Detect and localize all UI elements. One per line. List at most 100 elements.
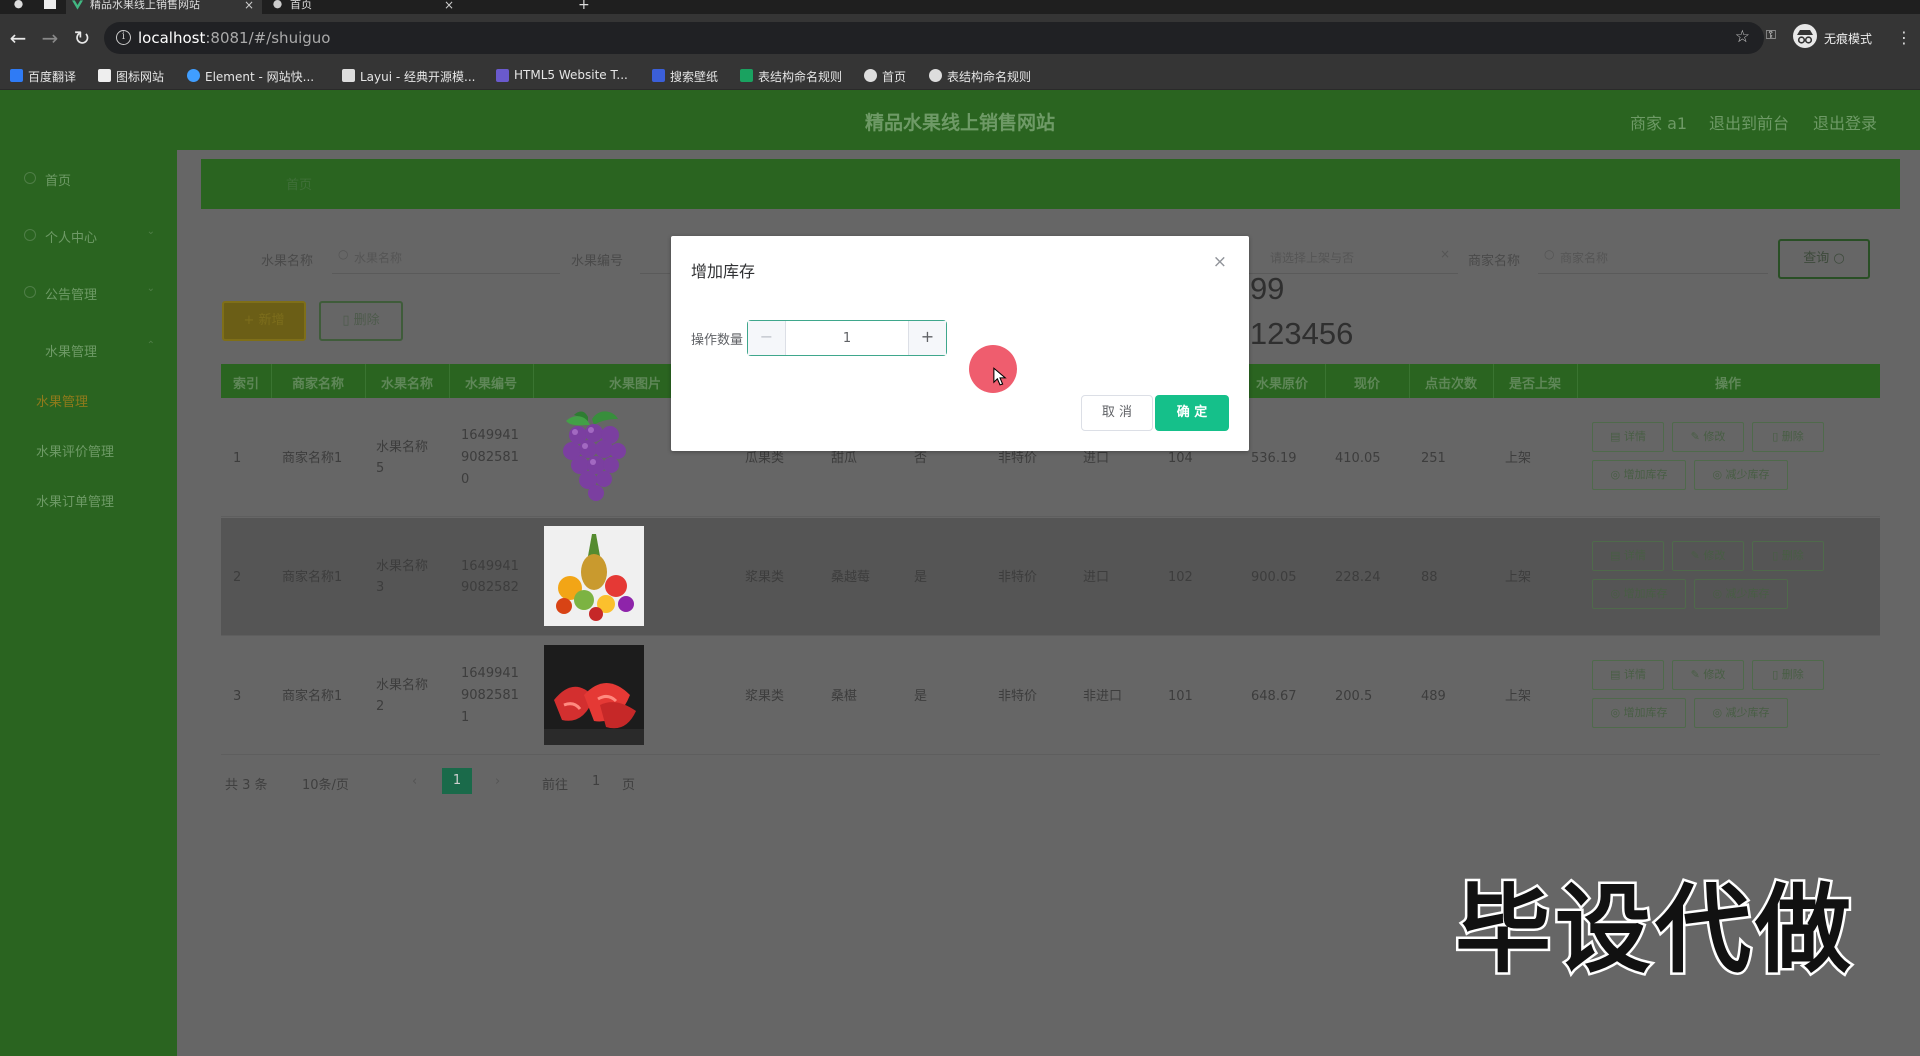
forward-icon[interactable]: → — [38, 28, 62, 48]
goto-page-input[interactable]: 1 — [592, 774, 600, 789]
bookmark-item[interactable]: HTML5 Website T... — [496, 68, 628, 82]
fruit-code-label: 水果编号 — [571, 254, 624, 269]
bookmark-item[interactable]: Element - 网站快... — [187, 68, 314, 85]
pin-icon: ◎ — [1712, 587, 1723, 600]
fruit-name-input[interactable]: ○ 水果名称 — [332, 238, 560, 274]
edit-button[interactable]: ✎ 修改 — [1672, 541, 1744, 571]
reduce-stock-button[interactable]: ◎ 减少库存 — [1694, 460, 1788, 490]
fruit-name-label: 水果名称 — [261, 254, 314, 269]
shelf-select[interactable]: 请选择上架与否 × — [1248, 238, 1458, 274]
address-bar[interactable]: i localhost:8081/#/shuiguo ☆ — [104, 22, 1764, 54]
sidebar-sub-fruit-manage[interactable]: 水果管理 — [36, 391, 88, 410]
tab-label: 精品水果线上销售网站 — [90, 0, 200, 11]
page-size-select[interactable]: 10条/页 — [302, 774, 349, 793]
next-page-icon[interactable]: › — [495, 774, 500, 789]
detail-button[interactable]: ▤ 详情 — [1592, 660, 1664, 690]
bookmark-item[interactable]: 图标网站 — [98, 68, 164, 85]
bookmark-star-icon[interactable]: ☆ — [1735, 27, 1750, 47]
site-info-icon[interactable]: i — [116, 30, 131, 45]
sidebar-sub-fruit-review[interactable]: 水果评价管理 — [36, 441, 114, 460]
bookmark-item[interactable]: 搜索壁纸 — [652, 68, 718, 85]
delete-row-button[interactable]: ▯ 删除 — [1752, 422, 1824, 452]
doc-icon: ▤ — [1610, 549, 1621, 562]
table-row: 3 商家名称1 水果名称 2 1649941 9082581 1 浆果类 桑椹 … — [221, 637, 1880, 755]
bookmark-item[interactable]: 首页 — [864, 68, 906, 85]
merchant-input[interactable]: ○ 商家名称 — [1538, 238, 1768, 274]
add-stock-button[interactable]: ◎ 增加库存 — [1592, 579, 1686, 609]
incognito-label: 无痕模式 — [1824, 32, 1873, 46]
search-icon: ○ — [1833, 251, 1845, 266]
fruit-image-strawberries — [544, 645, 644, 745]
bookmark-item[interactable]: 表结构命名规则 — [929, 68, 1031, 85]
edit-icon: ✎ — [1690, 430, 1700, 443]
prev-page-icon[interactable]: ‹ — [412, 774, 417, 789]
window-icon[interactable] — [40, 0, 62, 14]
query-button[interactable]: 查询 ○ — [1778, 239, 1870, 279]
html5-icon — [496, 69, 509, 82]
quantity-input[interactable] — [786, 321, 908, 355]
key-icon[interactable]: ⚿ — [1766, 28, 1776, 43]
detail-button[interactable]: ▤ 详情 — [1592, 541, 1664, 571]
close-tab-icon[interactable]: × — [244, 0, 254, 11]
search-icon: ○ — [1544, 247, 1555, 261]
dialog-title: 增加库存 — [691, 262, 756, 281]
page-1[interactable]: 1 — [442, 768, 472, 794]
close-tab-icon[interactable]: × — [444, 0, 454, 11]
reload-icon[interactable]: ↻ — [70, 28, 94, 48]
browser-menu-icon[interactable] — [6, 0, 30, 14]
delete-button[interactable]: ▯ 删除 — [319, 301, 403, 341]
reduce-stock-button[interactable]: ◎ 减少库存 — [1694, 698, 1788, 728]
col-fruit-code: 水果编号 — [464, 377, 518, 392]
cancel-button[interactable]: 取 消 — [1081, 395, 1153, 431]
delete-row-button[interactable]: ▯ 删除 — [1752, 660, 1824, 690]
vue-icon — [72, 0, 83, 10]
reduce-stock-button[interactable]: ◎ 减少库存 — [1694, 579, 1788, 609]
trash-icon: ▯ — [1772, 668, 1779, 681]
trash-icon: ▯ — [1772, 549, 1779, 562]
chevron-up-icon: ⌃ — [146, 340, 155, 351]
detail-button[interactable]: ▤ 详情 — [1592, 422, 1664, 452]
add-stock-button[interactable]: ◎ 增加库存 — [1592, 698, 1686, 728]
bookmark-item[interactable]: 百度翻译 — [10, 68, 76, 85]
tab-home[interactable]: 首页 × — [266, 0, 462, 14]
quantity-stepper: − + — [747, 320, 947, 356]
tab-fruit-admin[interactable]: 精品水果线上销售网站 × — [66, 0, 262, 14]
confirm-button[interactable]: 确 定 — [1155, 395, 1229, 431]
chevron-down-icon: ⌄ — [146, 226, 155, 237]
pin-icon: ◎ — [1610, 468, 1621, 481]
add-button[interactable]: + 新增 — [222, 301, 306, 341]
fruit-code-input[interactable] — [640, 238, 670, 274]
decrease-button[interactable]: − — [748, 321, 786, 355]
back-to-front-link[interactable]: 退出到前台 — [1709, 110, 1789, 134]
delete-row-button[interactable]: ▯ 删除 — [1752, 541, 1824, 571]
col-fruit-name: 水果名称 — [380, 377, 434, 392]
incognito-icon[interactable] — [1793, 24, 1817, 48]
edit-button[interactable]: ✎ 修改 — [1672, 422, 1744, 452]
col-orig-price: 水果原价 — [1255, 377, 1309, 392]
sidebar-item-personal[interactable]: 个人中心 ⌄ — [0, 220, 177, 250]
bookmark-item[interactable]: 表结构命名规则 — [740, 68, 842, 85]
new-tab-icon[interactable]: + — [572, 0, 592, 14]
bookmark-item[interactable]: Layui - 经典开源模... — [342, 68, 475, 85]
back-icon[interactable]: ← — [6, 28, 30, 48]
quantity-label: 操作数量 — [691, 333, 744, 348]
sidebar-item-fruit[interactable]: 水果管理 ⌃ — [0, 334, 177, 364]
sidebar-item-home[interactable]: 首页 — [0, 163, 177, 193]
close-icon[interactable]: × — [1213, 252, 1227, 272]
breadcrumb[interactable]: 首页 — [286, 174, 312, 193]
logout-link[interactable]: 退出登录 — [1813, 110, 1877, 134]
browser-menu-dots-icon[interactable]: ⋮ — [1896, 28, 1912, 47]
sidebar: 首页 个人中心 ⌄ 公告管理 ⌄ 水果管理 ⌃ 水果管理 水果评价管理 水果订单… — [0, 150, 177, 1056]
add-stock-button[interactable]: ◎ 增加库存 — [1592, 460, 1686, 490]
sidebar-sub-fruit-order[interactable]: 水果订单管理 — [36, 491, 114, 510]
trash-icon: ▯ — [1772, 430, 1779, 443]
element-icon — [187, 69, 200, 82]
edit-button[interactable]: ✎ 修改 — [1672, 660, 1744, 690]
add-stock-dialog: 增加库存 × 操作数量 − + 取 消 确 定 — [671, 236, 1249, 451]
globe-icon — [273, 0, 282, 9]
url-text: localhost:8081/#/shuiguo — [138, 29, 331, 47]
goto-suffix: 页 — [622, 778, 636, 793]
increase-button[interactable]: + — [908, 321, 946, 355]
sidebar-item-notice[interactable]: 公告管理 ⌄ — [0, 277, 177, 307]
doc-icon: ▤ — [1610, 668, 1621, 681]
